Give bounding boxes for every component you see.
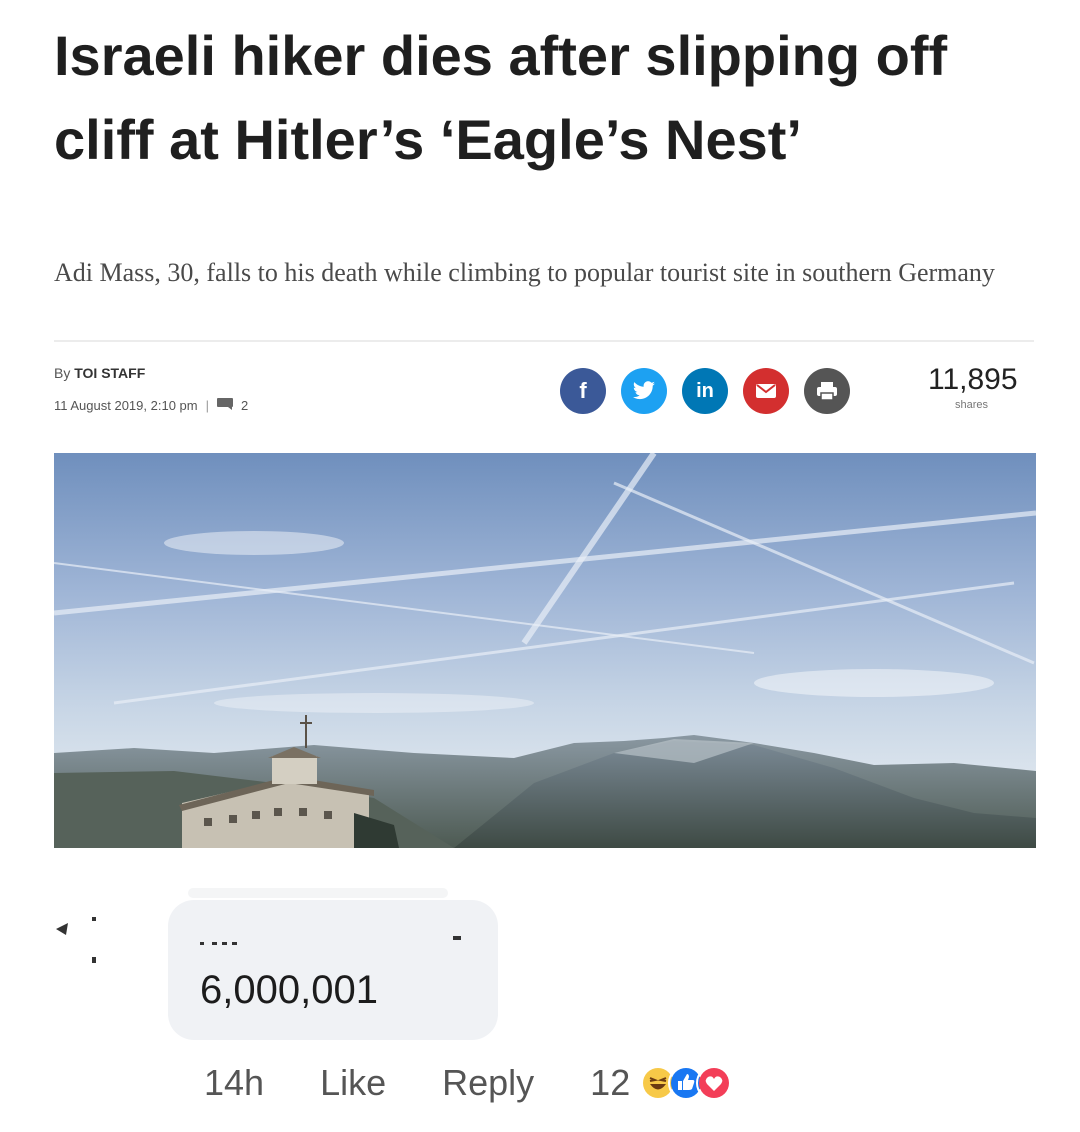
share-label: shares (955, 399, 989, 411)
reply-button[interactable]: Reply (442, 1062, 534, 1104)
twitter-share-button[interactable] (621, 368, 667, 414)
byline-author[interactable]: TOI STAFF (74, 365, 145, 381)
comment-icon[interactable] (216, 398, 233, 413)
facebook-share-button[interactable]: f (560, 368, 606, 414)
reaction-count[interactable]: 12 (590, 1062, 630, 1104)
commenter-name-redacted (200, 936, 461, 945)
dateline-separator: | (205, 398, 209, 413)
email-icon (756, 384, 776, 398)
email-share-button[interactable] (743, 368, 789, 414)
byline-prefix: By (54, 365, 71, 381)
article-headline: Israeli hiker dies after slipping off cl… (54, 24, 948, 171)
publish-date: 11 August 2019, 2:10 pm (54, 398, 198, 413)
byline: By TOI STAFF (54, 365, 145, 381)
redacted-name (188, 888, 448, 898)
comment-count[interactable]: 2 (241, 398, 248, 413)
dateline: 11 August 2019, 2:10 pm | 2 (54, 398, 248, 413)
linkedin-share-button[interactable]: in (682, 368, 728, 414)
reactions[interactable] (640, 1065, 733, 1101)
print-button[interactable] (804, 368, 850, 414)
like-button[interactable]: Like (320, 1062, 386, 1104)
divider (54, 340, 1034, 342)
share-buttons: f in (560, 368, 850, 414)
print-icon (817, 382, 837, 401)
comment-actions: 14h Like Reply 12 (204, 1062, 733, 1104)
avatar[interactable] (44, 915, 174, 1015)
comment-text: 6,000,001 (200, 968, 378, 1012)
article-subheadline: Adi Mass, 30, falls to his death while c… (54, 258, 995, 287)
comment-time[interactable]: 14h (204, 1062, 264, 1104)
facebook-icon: f (579, 378, 587, 403)
love-icon (696, 1065, 733, 1101)
share-count: 11,895 (928, 363, 1018, 396)
twitter-icon (633, 381, 655, 400)
linkedin-icon: in (696, 379, 714, 402)
article-photo[interactable] (54, 453, 1036, 848)
